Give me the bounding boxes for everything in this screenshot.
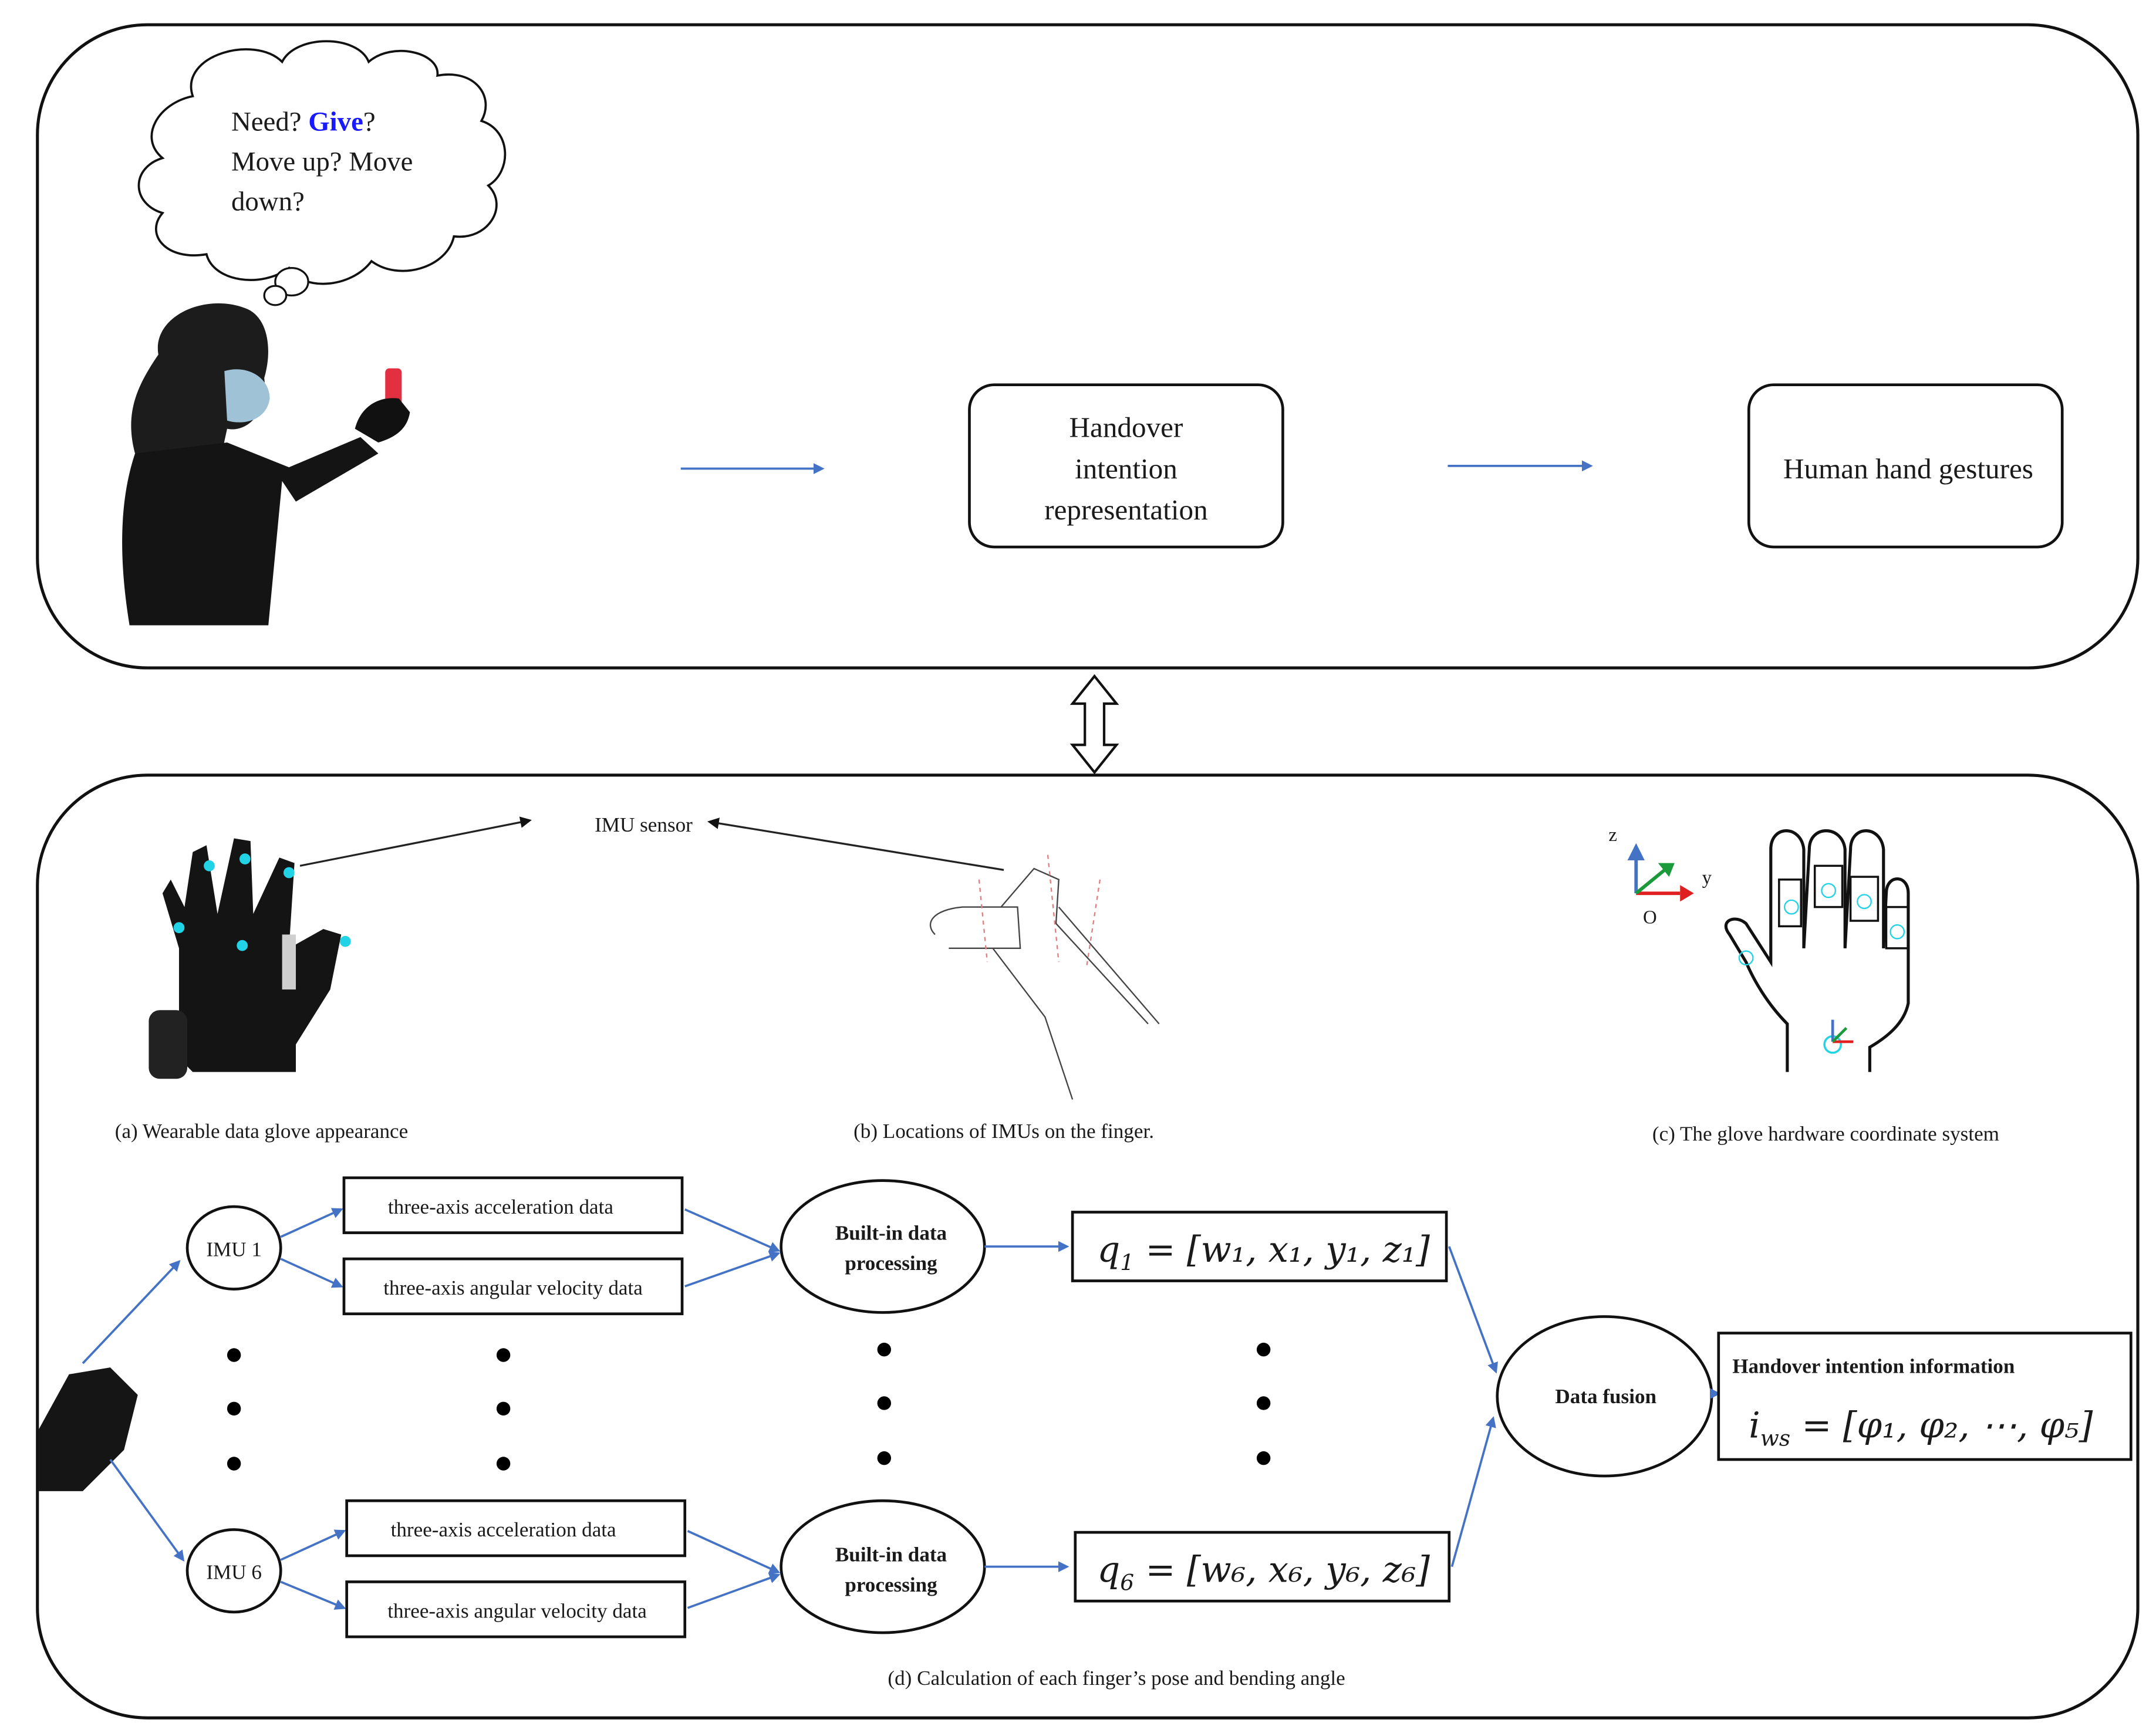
pipeline-diagram: IMU 1 three-axis acceleration data three…: [39, 1176, 2133, 1639]
bubble-line-2: Move up? Move: [231, 146, 413, 177]
intention-line-3: representation: [1044, 494, 1207, 526]
glove-strip: [282, 934, 296, 990]
proc1-line-2: processing: [845, 1252, 937, 1275]
joint-guide: [1085, 879, 1101, 969]
ellipsis-dots: [227, 1342, 1271, 1471]
imu-sensor-label: IMU sensor: [595, 813, 693, 836]
arrow-imu1-to-gyro: [280, 1258, 343, 1288]
proc6-line-2: processing: [845, 1573, 937, 1596]
thought-bubble: Need? Give? Move up? Move down?: [137, 40, 507, 306]
finger-upper-outline: [1000, 867, 1149, 1025]
q6-equation: q6 = [w₆, x₆, y₆, z₆]: [1097, 1549, 1430, 1595]
caption-c: (c) The glove hardware coordinate system: [1652, 1123, 1999, 1146]
fingernail-outline: [929, 906, 1021, 950]
sensor-dot: [204, 860, 215, 871]
pipeline-row-imu6: IMU 6 three-axis acceleration data three…: [185, 1499, 1451, 1639]
arrow-imu6-to-accel: [280, 1529, 346, 1561]
output-equation: iws = [φ₁, φ₂, ⋯, φ₅]: [1749, 1405, 2093, 1451]
joint-guide: [978, 879, 988, 962]
arrow-accel-to-proc6: [687, 1530, 781, 1574]
arrow-glove-to-imu-label: [299, 816, 532, 867]
sensor-dot: [239, 853, 251, 864]
coordinate-system-diagram: z y O: [1608, 825, 1910, 1072]
dot: [227, 1457, 241, 1471]
dot: [227, 1401, 241, 1416]
proc6-node: [780, 1499, 986, 1634]
gestures-label: Human hand gestures: [1783, 452, 2033, 485]
bubble-tail-small: [263, 285, 288, 306]
data-fusion-label: Data fusion: [1555, 1385, 1656, 1408]
person-with-glove-image: [122, 303, 410, 626]
glove-shape: [162, 838, 342, 1072]
arrow-q1-to-fusion: [1448, 1246, 1498, 1374]
caption-a: (a) Wearable data glove appearance: [115, 1120, 408, 1143]
sensor-dot: [173, 922, 185, 934]
origin-label: O: [1643, 907, 1657, 928]
bottom-panel: IMU sensor z y O (a) Wearable data glove…: [36, 773, 2140, 1720]
q1-equation: q1 = [w₁, x₁, y₁, z₁]: [1097, 1229, 1430, 1275]
bubble-line-3: down?: [231, 186, 305, 217]
imu1-gyro-label: three-axis angular velocity data: [383, 1276, 643, 1299]
top-panel: Need? Give? Move up? Move down? Handover…: [36, 23, 2140, 670]
finger-imu-drawing: [929, 854, 1160, 1100]
arrow-gyro-to-proc1: [684, 1251, 781, 1288]
axis-z-label: z: [1608, 825, 1617, 846]
arrow-finger-to-imu-label: [707, 817, 1004, 871]
bidirectional-arrow: [1069, 674, 1119, 775]
imu1-label: IMU 1: [206, 1238, 262, 1261]
proc1-line-1: Built-in data: [835, 1221, 947, 1244]
output-title: Handover intention information: [1732, 1354, 2015, 1377]
dot: [1256, 1342, 1271, 1357]
dot: [496, 1401, 511, 1416]
dot: [227, 1348, 241, 1362]
finger-dorsal-outline: [1058, 906, 1160, 1025]
double-arrow-icon: [1069, 674, 1119, 775]
arrow-imu6-to-gyro: [280, 1580, 346, 1610]
dot: [496, 1457, 511, 1471]
gloved-hand: [355, 398, 410, 443]
dot: [496, 1348, 511, 1362]
dot: [877, 1396, 892, 1410]
sensor-dot: [283, 867, 295, 879]
dot: [877, 1342, 892, 1357]
caption-d: (d) Calculation of each finger’s pose an…: [888, 1667, 1345, 1690]
intention-line-2: intention: [1075, 452, 1177, 485]
data-glove-image: [149, 838, 351, 1079]
axis-y-head: [1680, 885, 1694, 902]
pipeline-row-imu1: IMU 1 three-axis acceleration data three…: [185, 1176, 1448, 1316]
arrow-q6-to-fusion: [1450, 1416, 1496, 1568]
arrow-glove-to-imu1: [82, 1260, 181, 1364]
bubble-line-1: Need? Give?: [231, 106, 376, 137]
person-torso: [122, 437, 379, 626]
figure-canvas: Need? Give? Move up? Move down? Handover…: [36, 23, 2140, 1720]
pipeline-glove-image: [39, 1367, 138, 1491]
dot: [877, 1451, 892, 1465]
imu6-label: IMU 6: [206, 1561, 262, 1584]
caption-b: (b) Locations of IMUs on the finger.: [853, 1120, 1154, 1143]
arrow-glove-to-imu6: [109, 1458, 185, 1562]
arrow-imu1-to-accel: [280, 1208, 343, 1238]
proc6-line-1: Built-in data: [835, 1543, 947, 1566]
arrow-accel-to-proc1: [684, 1208, 781, 1252]
proc1-node: [780, 1179, 986, 1314]
imu6-gyro-label: three-axis angular velocity data: [387, 1599, 647, 1622]
imu6-accel-label: three-axis acceleration data: [391, 1518, 616, 1541]
imu1-accel-label: three-axis acceleration data: [388, 1195, 613, 1218]
finger-lower-outline: [992, 948, 1074, 1100]
sensor-dot: [339, 935, 351, 947]
sensor-dot: [237, 940, 248, 951]
dot: [1256, 1396, 1271, 1410]
axis-y-label: y: [1702, 867, 1712, 889]
glove-wrist-module: [149, 1010, 188, 1079]
arrow-gyro-to-proc6: [687, 1573, 781, 1609]
dot: [1256, 1451, 1271, 1465]
hand-outline: [1724, 829, 1910, 1072]
intention-line-1: Handover: [1069, 411, 1183, 444]
axis-x-arrow: [1635, 867, 1668, 895]
